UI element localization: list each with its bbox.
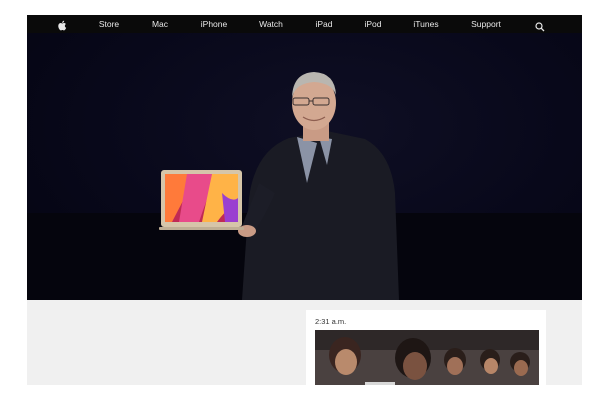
keynote-hero-image (27, 33, 582, 300)
live-blog-section: 2:31 a.m. (27, 300, 582, 385)
laptop-device (159, 170, 244, 230)
nav-support[interactable]: Support (471, 15, 501, 33)
presenter-photo (27, 72, 582, 300)
audience-photo (315, 330, 539, 385)
nav-watch[interactable]: Watch (259, 15, 283, 33)
page-frame: Store Mac iPhone Watch iPad iPod iTunes … (27, 15, 582, 385)
global-nav: Store Mac iPhone Watch iPad iPod iTunes … (27, 15, 582, 33)
nav-ipad[interactable]: iPad (315, 15, 332, 33)
nav-iphone[interactable]: iPhone (201, 15, 227, 33)
nav-store[interactable]: Store (99, 15, 119, 33)
nav-itunes[interactable]: iTunes (413, 15, 438, 33)
live-update-card: 2:31 a.m. (306, 310, 546, 385)
nav-ipod[interactable]: iPod (364, 15, 381, 33)
nav-mac[interactable]: Mac (152, 15, 168, 33)
update-timestamp: 2:31 a.m. (315, 317, 347, 326)
